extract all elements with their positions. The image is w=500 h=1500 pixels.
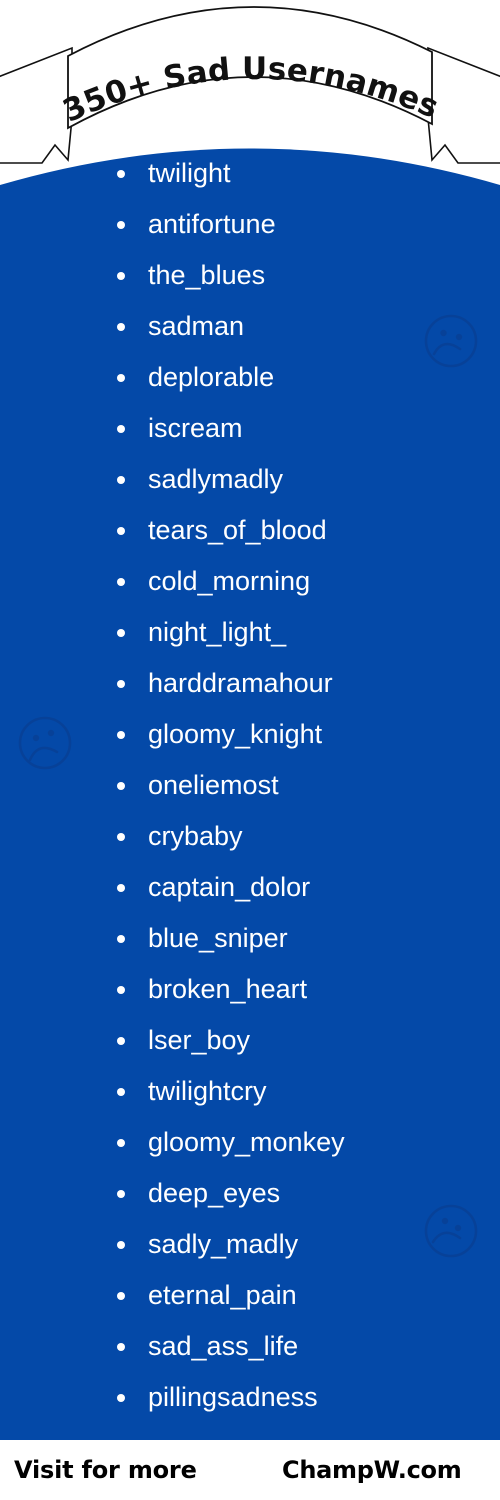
list-item: sadly_madly [0,1219,500,1270]
list-item: deep_eyes [0,1168,500,1219]
list-item: crybaby [0,811,500,862]
list-item: gloomy_knight [0,709,500,760]
list-item: blue_sniper [0,913,500,964]
list-item: the_blues [0,250,500,301]
bullet-icon [117,373,125,382]
username-label: the_blues [148,260,266,290]
bullet-icon [117,628,125,637]
username-label: eternal_pain [148,1280,297,1310]
username-label: cold_morning [148,566,311,596]
list-item: oneliemost [0,760,500,811]
bullet-icon [117,1036,125,1045]
bullet-icon [117,322,125,331]
username-label: harddramahour [148,668,333,698]
list-item: twilight [0,148,500,199]
username-label: captain_dolor [148,872,311,902]
list-item: night_light_ [0,607,500,658]
list-item: pillingsadness [0,1372,500,1423]
username-label: gloomy_knight [148,719,323,749]
bullet-icon [117,934,125,943]
list-item: deplorable [0,352,500,403]
username-label: sadly_madly [148,1229,299,1259]
list-item: eternal_pain [0,1270,500,1321]
bullet-icon [117,883,125,892]
bullet-icon [117,1138,125,1147]
bullet-icon [117,1342,125,1351]
username-label: iscream [148,413,243,443]
list-item: sadman [0,301,500,352]
bullet-icon [117,169,125,178]
footer-site-label[interactable]: ChampW.com [282,1456,462,1484]
list-item: captain_dolor [0,862,500,913]
bullet-icon [117,730,125,739]
bullet-icon [117,1291,125,1300]
username-label: crybaby [148,821,243,851]
list-item: broken_heart [0,964,500,1015]
list-item: twilightcry [0,1066,500,1117]
bullet-icon [117,1189,125,1198]
ribbon-tail-right [427,46,500,164]
username-label: twilightcry [148,1076,267,1106]
username-label: gloomy_monkey [148,1127,345,1157]
username-label: twilight [148,158,231,188]
list-item: cold_morning [0,556,500,607]
bullet-icon [117,679,125,688]
bullet-icon [117,475,125,484]
bullet-icon [117,271,125,280]
bullet-icon [117,832,125,841]
list-item: lser_boy [0,1015,500,1066]
list-item: sadlymadly [0,454,500,505]
username-label: deep_eyes [148,1178,281,1208]
list-item: tears_of_blood [0,505,500,556]
username-label: deplorable [148,362,275,392]
bullet-icon [117,1087,125,1096]
poster-root: 350+ Sad Usernames twilight antifortune … [0,0,500,1500]
bullet-icon [117,781,125,790]
bullet-icon [117,526,125,535]
bullet-icon [117,577,125,586]
list-item: antifortune [0,199,500,250]
bullet-icon [117,1393,125,1402]
username-list: twilight antifortune the_blues sadman de… [0,148,500,1423]
username-label: sad_ass_life [148,1331,299,1361]
footer-bar: Visit for more ChampW.com [0,1440,500,1500]
bullet-icon [117,424,125,433]
username-label: antifortune [148,209,276,239]
username-label: oneliemost [148,770,279,800]
list-item: gloomy_monkey [0,1117,500,1168]
bullet-icon [117,220,125,229]
list-item: sad_ass_life [0,1321,500,1372]
username-label: sadlymadly [148,464,284,494]
username-label: blue_sniper [148,923,288,953]
ribbon-tail-left [0,46,73,164]
username-label: night_light_ [148,617,287,647]
username-label: broken_heart [148,974,308,1004]
list-item: harddramahour [0,658,500,709]
username-label: tears_of_blood [148,515,327,545]
username-label: lser_boy [148,1025,251,1055]
bullet-icon [117,1240,125,1249]
username-label: pillingsadness [148,1382,318,1412]
bullet-icon [117,985,125,994]
footer-visit-label: Visit for more [14,1456,197,1484]
list-item: iscream [0,403,500,454]
username-label: sadman [148,311,245,341]
